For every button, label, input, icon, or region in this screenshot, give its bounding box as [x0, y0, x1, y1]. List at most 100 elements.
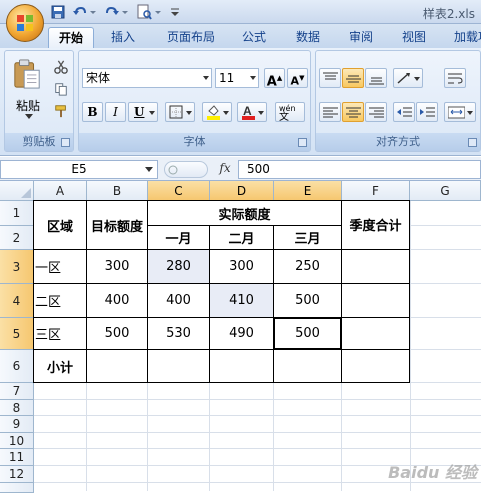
cell-b4-target[interactable]: 400 [86, 283, 148, 318]
row-header-6[interactable]: 6 [0, 350, 34, 383]
name-box[interactable]: E5 [0, 160, 158, 179]
row-header-8[interactable]: 8 [0, 400, 34, 416]
col-header-c[interactable]: C [148, 181, 210, 201]
cell-e2-month3[interactable]: 三月 [273, 225, 342, 250]
insert-function-button[interactable]: fx [216, 161, 234, 178]
tab-view[interactable]: 视图 [392, 27, 436, 48]
cell-d2-month2[interactable]: 二月 [209, 225, 274, 250]
row-header-13[interactable] [0, 483, 34, 493]
col-header-g[interactable]: G [410, 181, 481, 201]
font-dialog-launcher[interactable] [298, 138, 307, 147]
redo-dropdown-icon[interactable] [121, 4, 129, 20]
orientation-button[interactable] [393, 68, 423, 88]
chevron-down-icon[interactable] [203, 76, 209, 80]
alignment-dialog-launcher[interactable] [468, 138, 477, 147]
tab-home[interactable]: 开始 [48, 27, 94, 48]
print-dropdown-icon[interactable] [154, 4, 162, 20]
cell-b5-target[interactable]: 500 [86, 317, 148, 350]
cell-e5-active[interactable]: 500 [273, 317, 342, 350]
font-name-combo[interactable]: 宋体 [82, 68, 212, 88]
chevron-down-icon[interactable] [414, 77, 420, 81]
cell-d3[interactable]: 300 [209, 249, 274, 284]
customize-qat-icon[interactable] [170, 4, 180, 20]
chevron-down-icon[interactable] [145, 167, 153, 172]
cell-f3[interactable] [341, 249, 410, 284]
row-header-11[interactable]: 11 [0, 449, 34, 466]
align-left-button[interactable] [319, 102, 341, 122]
cell-c1-actual-header[interactable]: 实际额度 [147, 200, 342, 226]
cell-c4[interactable]: 400 [147, 283, 210, 318]
select-all-corner[interactable] [0, 181, 34, 201]
grow-font-button[interactable]: A▲ [264, 68, 285, 89]
office-button[interactable] [6, 4, 44, 42]
cell-b3-target[interactable]: 300 [86, 249, 148, 284]
cell-d6[interactable] [209, 349, 274, 383]
cell-c6[interactable] [147, 349, 210, 383]
italic-button[interactable]: I [105, 102, 126, 122]
align-center-button[interactable] [342, 102, 364, 122]
cell-e4[interactable]: 500 [273, 283, 342, 318]
formula-bar-expander[interactable] [164, 161, 208, 178]
print-preview-icon[interactable] [136, 4, 152, 20]
chevron-down-icon[interactable] [223, 111, 229, 115]
shrink-font-button[interactable]: A▼ [287, 68, 308, 88]
tab-data[interactable]: 数据 [286, 27, 330, 48]
align-middle-button[interactable] [342, 68, 364, 88]
phonetic-guide-button[interactable]: wén 文 [275, 102, 305, 123]
chevron-down-icon[interactable] [186, 111, 192, 115]
bold-button[interactable]: B [82, 102, 103, 122]
cell-b6[interactable] [86, 349, 148, 383]
cell-a4-region[interactable]: 二区 [33, 283, 87, 318]
paste-label[interactable]: 粘贴 [11, 97, 45, 114]
cell-d4[interactable]: 410 [209, 283, 274, 318]
cell-d5[interactable]: 490 [209, 317, 274, 350]
increase-indent-button[interactable] [416, 102, 438, 122]
row-header-5[interactable]: 5 [0, 318, 34, 350]
cell-c2-month1[interactable]: 一月 [147, 225, 210, 250]
cell-a1-region-header[interactable]: 区域 [33, 200, 87, 250]
cell-e3[interactable]: 250 [273, 249, 342, 284]
wrap-text-button[interactable] [444, 68, 466, 88]
tab-insert[interactable]: 插入 [100, 27, 146, 48]
tab-formulas[interactable]: 公式 [232, 27, 276, 48]
paste-icon[interactable] [11, 57, 43, 91]
col-header-b[interactable]: B [87, 181, 148, 201]
undo-dropdown-icon[interactable] [89, 4, 97, 20]
row-header-9[interactable]: 9 [0, 416, 34, 433]
borders-button[interactable] [165, 102, 195, 122]
col-header-d[interactable]: D [210, 181, 274, 201]
cell-a5-region[interactable]: 三区 [33, 317, 87, 350]
align-top-button[interactable] [319, 68, 341, 88]
row-header-1[interactable]: 1 [0, 201, 34, 226]
merge-center-button[interactable] [444, 102, 476, 122]
row-header-4[interactable]: 4 [0, 284, 34, 318]
chevron-down-icon[interactable] [258, 111, 264, 115]
cell-a6-subtotal[interactable]: 小计 [33, 349, 87, 383]
cell-e6[interactable] [273, 349, 342, 383]
col-header-f[interactable]: F [342, 181, 410, 201]
copy-icon[interactable] [53, 81, 69, 97]
chevron-down-icon[interactable] [467, 111, 473, 115]
chevron-down-icon[interactable] [149, 111, 155, 115]
cell-f4[interactable] [341, 283, 410, 318]
cell-c5[interactable]: 530 [147, 317, 210, 350]
row-header-7[interactable]: 7 [0, 383, 34, 400]
cell-a3-region[interactable]: 一区 [33, 249, 87, 284]
cell-c3[interactable]: 280 [147, 249, 210, 284]
formula-input[interactable]: 500 [238, 160, 481, 179]
save-icon[interactable] [50, 4, 66, 20]
align-right-button[interactable] [365, 102, 387, 122]
font-color-button[interactable]: A [237, 102, 267, 122]
font-size-combo[interactable]: 11 [215, 68, 259, 88]
align-bottom-button[interactable] [365, 68, 387, 88]
col-header-a[interactable]: A [34, 181, 87, 201]
chevron-down-icon[interactable] [250, 76, 256, 80]
underline-button[interactable]: U [128, 102, 158, 122]
row-header-10[interactable]: 10 [0, 433, 34, 449]
row-header-12[interactable]: 12 [0, 466, 34, 483]
cell-f1-quarter-total[interactable]: 季度合计 [341, 200, 410, 250]
row-header-3[interactable]: 3 [0, 250, 34, 284]
col-header-e[interactable]: E [274, 181, 342, 201]
clipboard-dialog-launcher[interactable] [61, 138, 70, 147]
cut-icon[interactable] [53, 59, 69, 75]
